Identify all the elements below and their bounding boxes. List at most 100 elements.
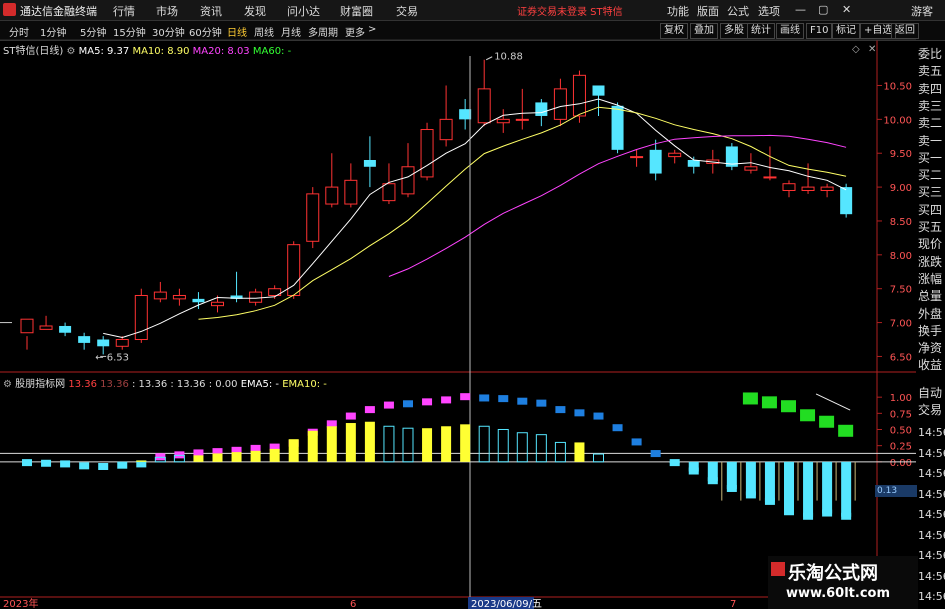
candle-body-down [459,109,472,120]
candle-body-down [840,187,853,215]
green-block [742,392,758,405]
green-block [819,415,835,428]
volume-bar [422,428,433,462]
signal-block [403,400,413,408]
indicator-value-badge: 0.13 [875,485,917,497]
side-item-11[interactable]: 现价 [918,235,942,252]
signal-block [22,459,32,467]
side-item-0[interactable]: 委比 [918,45,942,62]
hist-bar [822,461,833,514]
signal-block [498,395,509,403]
price-tick-label: 6.50 [890,352,912,363]
side-item-9[interactable]: 买四 [918,201,942,218]
candle-body-up [306,193,320,242]
side-item-14[interactable]: 总量 [918,287,942,304]
signal-block [60,460,71,468]
side-item-7[interactable]: 买二 [918,166,942,183]
signal-block [422,398,433,406]
side-item-20[interactable]: 交易 [918,401,942,418]
candle-body-down [535,102,548,116]
signal-block [650,450,661,458]
candle-body-down [59,325,72,333]
side-time-8: 14:56 [918,590,945,603]
ma20-line [388,134,847,277]
watermark: 乐淘公式网 www.60lt.com [768,556,918,609]
candle-body-up [630,156,644,159]
volume-bar [593,453,604,463]
volume-bar [231,452,242,462]
side-item-8[interactable]: 买三 [918,183,942,200]
volume-bar [326,426,337,462]
candle-body-down [192,298,205,303]
signal-block [574,409,585,417]
side-item-1[interactable]: 卖五 [918,62,942,79]
volume-bar [460,424,471,462]
watermark-title: 乐淘公式网 [788,563,878,584]
side-item-17[interactable]: 净资 [918,339,942,356]
side-item-16[interactable]: 换手 [918,322,942,339]
high-marker [485,56,493,61]
volume-bar [478,425,490,463]
green-block [800,409,816,422]
candle-body-up [477,88,491,124]
hist-bar [669,461,680,464]
candle-body-up [801,186,815,191]
candle-body-up [344,179,358,205]
volume-bar [212,453,223,462]
side-item-3[interactable]: 卖三 [918,97,942,114]
volume-bar [269,448,280,462]
price-tick-label: 7.00 [890,319,912,330]
side-item-10[interactable]: 买五 [918,218,942,235]
candle-body-down [649,149,662,174]
side-item-6[interactable]: 买一 [918,149,942,166]
green-block [781,400,796,413]
watermark-logo-icon [771,562,785,576]
side-item-18[interactable]: 收益 [918,356,942,373]
volume-bar [535,434,547,463]
low-label: ← 6.53 [95,352,129,363]
kline-chart[interactable]: 10.50 10.00 9.50 9.00 8.50 8.00 7.50 7.00 6.50 10… [0,0,916,609]
side-item-15[interactable]: 外盘 [918,305,942,322]
price-tick-label: 7.50 [890,285,912,296]
candle-body-up [401,166,415,195]
side-item-13[interactable]: 涨幅 [918,270,942,287]
candle-body-up [782,183,796,191]
ind-tick-label: 1.00 [890,393,912,404]
hist-bar [784,461,794,513]
hist-bar [841,461,852,517]
candle-body-up [420,129,434,178]
side-item-12[interactable]: 涨跌 [918,253,942,270]
price-tick-label: 8.00 [890,251,912,262]
signal-block [383,401,394,409]
candle-body-down [78,336,91,343]
signal-block [79,462,90,470]
side-item-5[interactable]: 卖一 [918,132,942,149]
side-time-1: 14:56 [918,446,945,460]
volume-bar [250,450,261,462]
volume-bar [554,441,566,463]
side-item-4[interactable]: 卖二 [918,114,942,131]
hist-bar [803,461,814,517]
candle-body-up [763,176,777,179]
volume-bar [574,442,585,462]
side-item-19[interactable]: 自动 [918,384,942,401]
hist-bar [764,461,775,502]
signal-block [41,459,52,467]
hist-bar [688,461,699,472]
price-tick-label: 9.00 [890,183,912,194]
chart-close-icon: ✕ [868,44,876,55]
hist-bar [745,461,756,496]
candle-body-up [572,74,586,117]
price-tick-label: 10.50 [883,81,912,92]
xaxis-month7-label: 7 [730,599,736,609]
signal-block [593,412,604,420]
signal-block [174,451,185,459]
candle-body-up [325,186,339,205]
candle-body-up [39,325,53,330]
signal-block [441,396,452,404]
side-time-4: 14:56 [918,508,945,521]
side-item-2[interactable]: 卖四 [918,80,942,97]
xaxis-start-label: 2023年 [3,597,38,609]
signal-block [345,412,356,420]
cursor-date-label: 2023/06/09/五 [471,599,542,609]
